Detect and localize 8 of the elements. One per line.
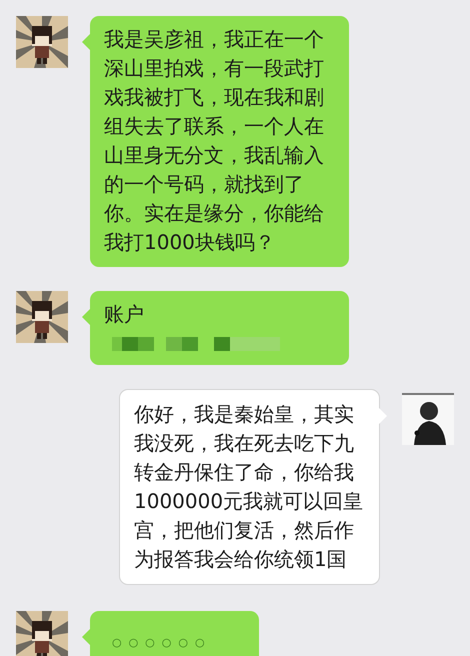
avatar-icon[interactable] <box>16 291 68 343</box>
avatar-icon[interactable] <box>16 16 68 68</box>
message-text: ○ ○ ○ ○ ○ ○ <box>111 635 206 651</box>
message-text: 我是吴彦祖，我正在一个深山里拍戏，有一段武打戏我被打飞，现在我和剧组失去了联系，一个人在山里身无分文，我乱输入的一个号码，就找到了你。实在是缘分，你能给我打1000块钱吗？ <box>104 26 325 256</box>
message-text: 你好，我是秦始皇，其实我没死，我在死去吃下九转金丹保住了命，你给我1000000元我就可以回皇宫，把他们复活，然后作为报答我会给你统领1国 <box>134 401 364 573</box>
avatar-icon[interactable] <box>16 611 68 656</box>
message-text: 账户 <box>104 301 145 328</box>
avatar-icon[interactable] <box>402 393 454 445</box>
